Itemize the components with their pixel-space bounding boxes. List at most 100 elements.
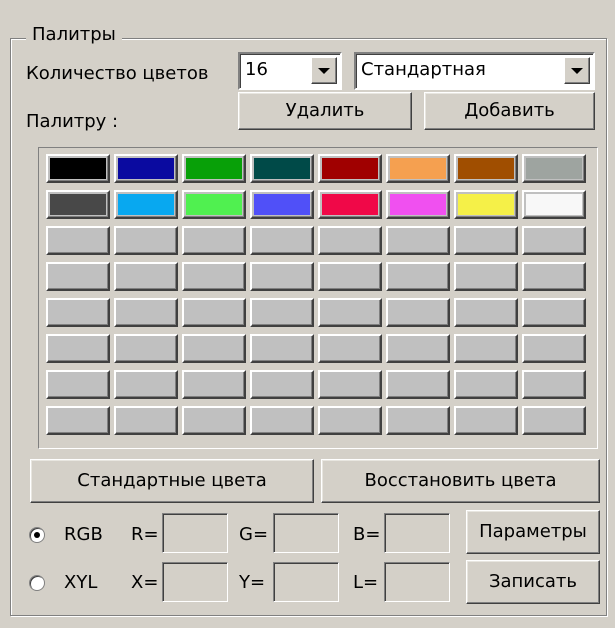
xyl-radio[interactable] [29, 575, 45, 591]
palette-cell[interactable] [46, 226, 110, 255]
palette-cell[interactable] [386, 406, 450, 435]
save-button[interactable]: Записать [466, 560, 600, 604]
palette-swatch [526, 302, 582, 323]
palette-cell[interactable] [114, 406, 178, 435]
palette-cell[interactable] [182, 154, 246, 183]
palette-cell[interactable] [182, 334, 246, 363]
palette-cell[interactable] [182, 262, 246, 291]
palette-cell[interactable] [386, 262, 450, 291]
palette-cell[interactable] [46, 298, 110, 327]
palette-cell[interactable] [114, 226, 178, 255]
palette-cell[interactable] [46, 370, 110, 399]
palette-cell[interactable] [250, 190, 314, 219]
palette-cell[interactable] [386, 226, 450, 255]
palette-cell[interactable] [114, 154, 178, 183]
palette-cell[interactable] [46, 190, 110, 219]
g-field[interactable] [273, 513, 339, 553]
palette-cell[interactable] [250, 262, 314, 291]
palette-cell[interactable] [454, 262, 518, 291]
x-label: X= [131, 572, 159, 593]
colors-count-label: Количество цветов [26, 63, 209, 84]
palette-cell[interactable] [318, 226, 382, 255]
palette-cell[interactable] [454, 370, 518, 399]
palette-cell[interactable] [114, 298, 178, 327]
palette-cell[interactable] [182, 190, 246, 219]
colors-count-select[interactable]: 16 [238, 52, 342, 90]
palette-cell[interactable] [454, 226, 518, 255]
palette-cell[interactable] [318, 154, 382, 183]
palette-cell[interactable] [454, 334, 518, 363]
delete-button[interactable]: Удалить [238, 92, 412, 130]
chevron-down-icon[interactable] [311, 57, 337, 84]
palette-cell[interactable] [318, 334, 382, 363]
palette-label: Палитру : [26, 111, 119, 132]
palette-cell[interactable] [114, 262, 178, 291]
palette-cell[interactable] [318, 406, 382, 435]
palette-cell[interactable] [386, 370, 450, 399]
palette-cell[interactable] [46, 334, 110, 363]
palette-cell[interactable] [182, 370, 246, 399]
palette-swatch [186, 230, 242, 251]
l-field[interactable] [384, 562, 450, 602]
palette-cell[interactable] [522, 226, 586, 255]
palette-cell[interactable] [386, 154, 450, 183]
palette-cell[interactable] [250, 334, 314, 363]
palette-cell[interactable] [522, 334, 586, 363]
palette-swatch [322, 194, 378, 215]
palette-cell[interactable] [114, 190, 178, 219]
y-field[interactable] [273, 562, 339, 602]
palette-cell[interactable] [454, 298, 518, 327]
palette-cell[interactable] [522, 298, 586, 327]
palette-cell[interactable] [46, 406, 110, 435]
r-field[interactable] [162, 513, 228, 553]
palette-cell[interactable] [250, 406, 314, 435]
palette-cell[interactable] [250, 154, 314, 183]
palette-cell[interactable] [522, 406, 586, 435]
palette-cell[interactable] [250, 370, 314, 399]
palette-cell[interactable] [522, 154, 586, 183]
palette-cell[interactable] [454, 190, 518, 219]
palette-cell[interactable] [386, 334, 450, 363]
palette-swatch [254, 338, 310, 359]
rgb-label[interactable]: RGB [64, 526, 103, 544]
palette-swatch [50, 158, 106, 179]
palette-cell[interactable] [250, 298, 314, 327]
restore-colors-button[interactable]: Восстановить цвета [321, 459, 600, 503]
palette-cell[interactable] [182, 226, 246, 255]
palette-cell[interactable] [318, 370, 382, 399]
palette-cell[interactable] [318, 298, 382, 327]
palette-cell[interactable] [182, 406, 246, 435]
palette-cell[interactable] [46, 154, 110, 183]
palette-cell[interactable] [386, 298, 450, 327]
palette-cell[interactable] [522, 190, 586, 219]
rgb-radio[interactable] [29, 527, 45, 543]
xyl-label[interactable]: XYL [64, 574, 97, 592]
chevron-down-icon[interactable] [564, 57, 590, 84]
palette-cell[interactable] [386, 190, 450, 219]
palette-swatch [254, 302, 310, 323]
palette-cell[interactable] [46, 262, 110, 291]
palette-swatch [526, 194, 582, 215]
palette-select[interactable]: Стандартная [354, 52, 595, 90]
x-field[interactable] [162, 562, 228, 602]
palette-swatch [458, 410, 514, 431]
palette-cell[interactable] [318, 262, 382, 291]
parameters-button[interactable]: Параметры [466, 510, 600, 554]
palette-cell[interactable] [182, 298, 246, 327]
b-field[interactable] [384, 513, 450, 553]
palette-swatch [254, 194, 310, 215]
palette-cell[interactable] [318, 190, 382, 219]
palette-cell[interactable] [522, 262, 586, 291]
g-label: G= [239, 524, 269, 545]
palette-swatch [526, 158, 582, 179]
palette-cell[interactable] [454, 154, 518, 183]
palette-swatch [186, 410, 242, 431]
palette-cell[interactable] [114, 370, 178, 399]
add-button[interactable]: Добавить [424, 92, 595, 130]
palette-cell[interactable] [454, 406, 518, 435]
palette-cell[interactable] [250, 226, 314, 255]
palette-swatch [458, 230, 514, 251]
palette-cell[interactable] [114, 334, 178, 363]
standard-colors-button[interactable]: Стандартные цвета [30, 459, 314, 503]
palette-cell[interactable] [522, 370, 586, 399]
